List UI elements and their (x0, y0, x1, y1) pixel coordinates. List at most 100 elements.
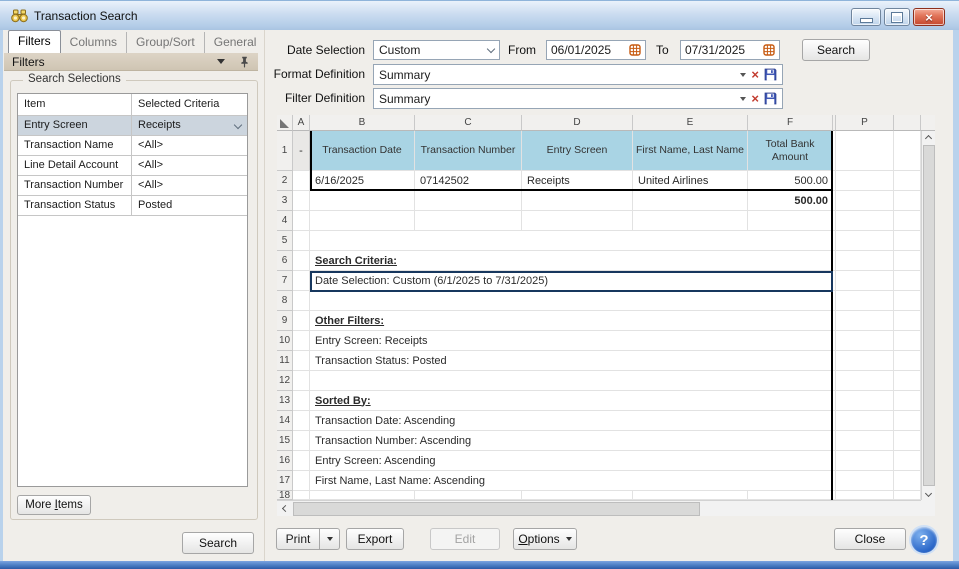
grid-row-10[interactable]: 10 Entry Screen: Receipts (277, 331, 935, 351)
cell-sort-name[interactable]: First Name, Last Name: Ascending (310, 471, 833, 491)
dropdown-arrow-icon[interactable] (740, 97, 746, 104)
cell[interactable] (415, 211, 522, 231)
filters-search-button[interactable]: Search (182, 532, 254, 554)
cell[interactable] (293, 431, 310, 451)
row-header-8[interactable]: 8 (277, 291, 293, 311)
cell[interactable] (894, 431, 921, 451)
cell[interactable] (836, 311, 894, 331)
cell[interactable] (836, 411, 894, 431)
cell[interactable] (310, 231, 833, 251)
tab-columns[interactable]: Columns (61, 32, 126, 53)
cell-sorted-by-heading[interactable]: Sorted By: (310, 391, 833, 411)
print-button[interactable]: Print (277, 529, 319, 549)
maximize-button[interactable] (884, 8, 910, 26)
column-header-f[interactable]: F (748, 115, 833, 131)
to-date-field[interactable]: 07/31/2025 (680, 40, 780, 60)
grid-row-14[interactable]: 14 Transaction Date: Ascending (277, 411, 935, 431)
cell[interactable] (293, 311, 310, 331)
from-date-field[interactable]: 06/01/2025 (546, 40, 646, 60)
cell[interactable] (894, 391, 921, 411)
scroll-left-button[interactable] (277, 501, 293, 516)
row-header-1[interactable]: 1 (277, 131, 293, 171)
row-criteria-value[interactable]: <All> (131, 156, 247, 175)
cell[interactable] (836, 171, 894, 191)
grid-row-17[interactable]: 17 First Name, Last Name: Ascending (277, 471, 935, 491)
table-row-transaction-status[interactable]: Transaction Status Posted (18, 196, 247, 216)
cell[interactable] (293, 271, 310, 291)
column-header-c[interactable]: C (415, 115, 522, 131)
cell[interactable] (293, 391, 310, 411)
row-header-7[interactable]: 7 (277, 271, 293, 291)
row-header-18[interactable]: 18 (277, 491, 293, 500)
row-header-4[interactable]: 4 (277, 211, 293, 231)
cell[interactable] (836, 351, 894, 371)
tab-filters[interactable]: Filters (8, 30, 61, 53)
cell[interactable] (894, 211, 921, 231)
cell[interactable] (293, 251, 310, 271)
cell[interactable] (310, 211, 415, 231)
header-cell-total-bank-amount[interactable]: Total Bank Amount (748, 131, 833, 171)
row-header-2[interactable]: 2 (277, 171, 293, 191)
cell[interactable] (293, 471, 310, 491)
cell[interactable] (748, 211, 833, 231)
cell-transaction-number[interactable]: 07142502 (415, 171, 522, 191)
cell[interactable] (633, 191, 748, 211)
cell-transaction-date[interactable]: 6/16/2025 (310, 171, 415, 191)
row-header-10[interactable]: 10 (277, 331, 293, 351)
cell-entry-screen[interactable]: Receipts (522, 171, 633, 191)
cell[interactable] (894, 451, 921, 471)
minimize-button[interactable] (851, 8, 881, 26)
vertical-scrollbar[interactable] (921, 131, 935, 500)
close-window-button[interactable]: × (913, 8, 945, 26)
cell[interactable] (310, 291, 833, 311)
cell-name[interactable]: United Airlines (633, 171, 748, 191)
cell[interactable] (415, 491, 522, 500)
horizontal-scrollbar[interactable] (277, 500, 935, 516)
cell[interactable] (633, 211, 748, 231)
row-header-9[interactable]: 9 (277, 311, 293, 331)
row-header-17[interactable]: 17 (277, 471, 293, 491)
row-criteria-value[interactable]: <All> (131, 136, 247, 155)
cell[interactable] (836, 491, 894, 500)
cell[interactable] (894, 131, 921, 171)
cell[interactable] (836, 391, 894, 411)
row-criteria-value[interactable]: Receipts (131, 116, 247, 135)
grid-row-1[interactable]: 1 - Transaction Date Transaction Number … (277, 131, 935, 171)
cell[interactable] (293, 491, 310, 500)
cell[interactable] (894, 371, 921, 391)
clear-icon[interactable]: × (751, 92, 759, 105)
vertical-scrollbar-thumb[interactable] (923, 145, 935, 486)
cell[interactable] (293, 351, 310, 371)
grid-row-12[interactable]: 12 (277, 371, 935, 391)
grid-row-9[interactable]: 9 Other Filters: (277, 311, 935, 331)
scroll-up-button[interactable] (922, 131, 935, 145)
column-header-d[interactable]: D (522, 115, 633, 131)
cell-other-filters-heading[interactable]: Other Filters: (310, 311, 833, 331)
row-header-14[interactable]: 14 (277, 411, 293, 431)
cell-sort-transaction-number[interactable]: Transaction Number: Ascending (310, 431, 833, 451)
row-header-13[interactable]: 13 (277, 391, 293, 411)
row-header-15[interactable]: 15 (277, 431, 293, 451)
tab-general[interactable]: General (204, 32, 266, 53)
grid-row-8[interactable]: 8 (277, 291, 935, 311)
grid-row-16[interactable]: 16 Entry Screen: Ascending (277, 451, 935, 471)
row-header-16[interactable]: 16 (277, 451, 293, 471)
cell[interactable] (293, 331, 310, 351)
cell[interactable] (293, 191, 310, 211)
chevron-down-icon[interactable] (217, 59, 225, 68)
cell[interactable] (836, 211, 894, 231)
cell[interactable] (836, 191, 894, 211)
cell[interactable] (894, 491, 921, 500)
cell-search-criteria-heading[interactable]: Search Criteria: (310, 251, 833, 271)
cell[interactable] (310, 491, 415, 500)
cell[interactable] (310, 191, 415, 211)
header-cell-name[interactable]: First Name, Last Name (633, 131, 748, 171)
dropdown-arrow-icon[interactable] (740, 73, 746, 80)
cell[interactable] (894, 171, 921, 191)
options-button[interactable]: Options (513, 528, 577, 550)
outline-collapse-cell[interactable]: - (293, 131, 310, 171)
cell[interactable] (836, 271, 894, 291)
cell[interactable] (293, 231, 310, 251)
horizontal-scrollbar-thumb[interactable] (293, 502, 700, 516)
table-row-line-detail-account[interactable]: Line Detail Account <All> (18, 156, 247, 176)
